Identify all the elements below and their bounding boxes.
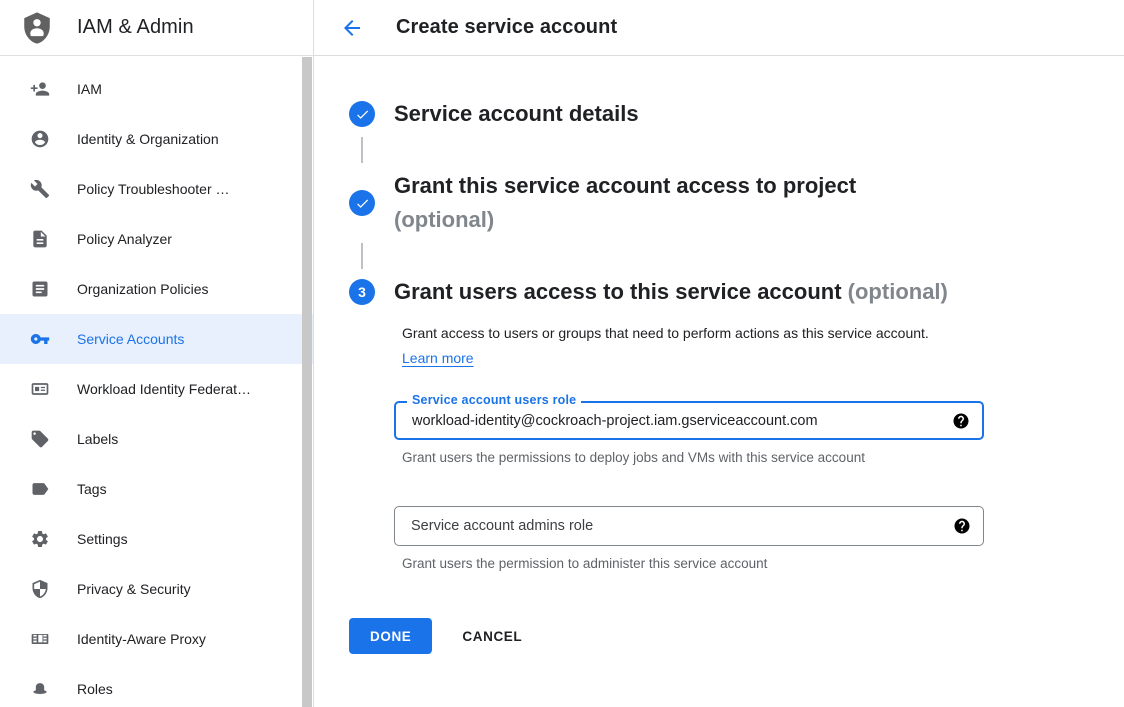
admins-role-field-block: Grant users the permission to administer… bbox=[394, 506, 1124, 571]
gear-icon bbox=[28, 527, 52, 551]
policy-analyzer-icon bbox=[28, 227, 52, 251]
step-3-title: Grant users access to this service accou… bbox=[394, 275, 948, 309]
article-icon bbox=[28, 277, 52, 301]
service-account-users-role-field[interactable]: Service account users role bbox=[394, 401, 984, 440]
cancel-button[interactable]: CANCEL bbox=[462, 618, 522, 654]
sidebar-item-workload-identity-federat[interactable]: Workload Identity Federat… bbox=[0, 364, 313, 414]
step-3-grant-users-access: 3 Grant users access to this service acc… bbox=[349, 275, 1124, 309]
step-3-number-badge: 3 bbox=[349, 279, 375, 305]
step-3-body: Grant access to users or groups that nee… bbox=[394, 321, 1124, 654]
step-2-grant-access-to-project: Grant this service account access to pro… bbox=[349, 169, 1124, 237]
iam-shield-logo-icon bbox=[18, 7, 56, 49]
users-role-input[interactable] bbox=[396, 403, 982, 438]
service-account-icon bbox=[28, 327, 52, 351]
sidebar-item-label: Identity-Aware Proxy bbox=[77, 631, 206, 647]
action-buttons-row: DONE CANCEL bbox=[349, 618, 1124, 654]
sidebar-item-label: Tags bbox=[77, 481, 107, 497]
wizard-content: Service account details Grant this servi… bbox=[314, 56, 1124, 654]
sidebar-item-label: Organization Policies bbox=[77, 281, 209, 297]
hat-icon bbox=[28, 677, 52, 701]
sidebar-title: IAM & Admin bbox=[77, 16, 194, 39]
page-title: Create service account bbox=[396, 16, 617, 39]
tag-arrow-icon bbox=[28, 477, 52, 501]
app-window: IAM & Admin IAM Identity & Organization Po… bbox=[0, 0, 1124, 707]
sidebar-item-roles[interactable]: Roles bbox=[0, 664, 313, 707]
step-3-description: Grant access to users or groups that nee… bbox=[394, 321, 942, 371]
sidebar-item-service-accounts[interactable]: Service Accounts bbox=[0, 314, 313, 364]
proxy-icon bbox=[28, 627, 52, 651]
iam-admin-sidebar: IAM & Admin IAM Identity & Organization Po… bbox=[0, 0, 314, 707]
sidebar-item-label: IAM bbox=[77, 81, 102, 97]
sidebar-item-label: Identity & Organization bbox=[77, 131, 219, 147]
sidebar-item-label: Roles bbox=[77, 681, 113, 697]
sidebar-item-settings[interactable]: Settings bbox=[0, 514, 313, 564]
sidebar-item-label: Labels bbox=[77, 431, 118, 447]
sidebar-item-policy-analyzer[interactable]: Policy Analyzer bbox=[0, 214, 313, 264]
users-role-helper-text: Grant users the permissions to deploy jo… bbox=[394, 450, 1124, 465]
learn-more-link[interactable]: Learn more bbox=[402, 350, 474, 366]
main-panel: Create service account Service account d… bbox=[314, 0, 1124, 707]
step-connector bbox=[361, 243, 363, 269]
sidebar-item-label: Service Accounts bbox=[77, 331, 184, 347]
sidebar-item-identity-aware-proxy[interactable]: Identity-Aware Proxy bbox=[0, 614, 313, 664]
step-1-title: Service account details bbox=[394, 97, 639, 131]
sidebar-scrollbar[interactable] bbox=[302, 57, 312, 707]
sidebar-item-identity-organization[interactable]: Identity & Organization bbox=[0, 114, 313, 164]
sidebar-item-privacy-security[interactable]: Privacy & Security bbox=[0, 564, 313, 614]
sidebar-item-label: Workload Identity Federat… bbox=[77, 381, 251, 397]
sidebar-header: IAM & Admin bbox=[0, 0, 313, 56]
users-role-help-icon[interactable] bbox=[952, 412, 970, 430]
sidebar-item-iam[interactable]: IAM bbox=[0, 64, 313, 114]
step-3-optional-label: (optional) bbox=[848, 279, 948, 304]
page-header: Create service account bbox=[314, 0, 1124, 56]
users-role-floating-label: Service account users role bbox=[407, 393, 581, 407]
person-add-icon bbox=[28, 77, 52, 101]
label-tag-icon bbox=[28, 427, 52, 451]
sidebar-item-organization-policies[interactable]: Organization Policies bbox=[0, 264, 313, 314]
back-arrow-icon[interactable] bbox=[340, 16, 364, 40]
step-2-optional-label: (optional) bbox=[394, 207, 494, 232]
shield-icon bbox=[28, 577, 52, 601]
sidebar-item-label: Privacy & Security bbox=[77, 581, 191, 597]
account-circle-icon bbox=[28, 127, 52, 151]
sidebar-item-policy-troubleshooter[interactable]: Policy Troubleshooter … bbox=[0, 164, 313, 214]
step-2-complete-check-icon bbox=[349, 190, 375, 216]
step-1-complete-check-icon bbox=[349, 101, 375, 127]
admins-role-help-icon[interactable] bbox=[953, 517, 971, 535]
badge-card-icon bbox=[28, 377, 52, 401]
sidebar-item-tags[interactable]: Tags bbox=[0, 464, 313, 514]
wrench-icon bbox=[28, 177, 52, 201]
done-button[interactable]: DONE bbox=[349, 618, 432, 654]
step-1-service-account-details: Service account details bbox=[349, 97, 1124, 131]
sidebar-nav: IAM Identity & Organization Policy Trouble… bbox=[0, 56, 313, 707]
sidebar-item-labels[interactable]: Labels bbox=[0, 414, 313, 464]
sidebar-item-label: Policy Analyzer bbox=[77, 231, 172, 247]
admins-role-helper-text: Grant users the permission to administer… bbox=[394, 556, 1124, 571]
admins-role-input[interactable] bbox=[395, 507, 983, 545]
step-2-title: Grant this service account access to pro… bbox=[394, 169, 939, 237]
service-account-admins-role-field[interactable] bbox=[394, 506, 984, 546]
sidebar-item-label: Policy Troubleshooter … bbox=[77, 181, 230, 197]
users-role-field-block: Service account users role Grant users t… bbox=[394, 401, 1124, 465]
step-connector bbox=[361, 137, 363, 163]
sidebar-item-label: Settings bbox=[77, 531, 128, 547]
